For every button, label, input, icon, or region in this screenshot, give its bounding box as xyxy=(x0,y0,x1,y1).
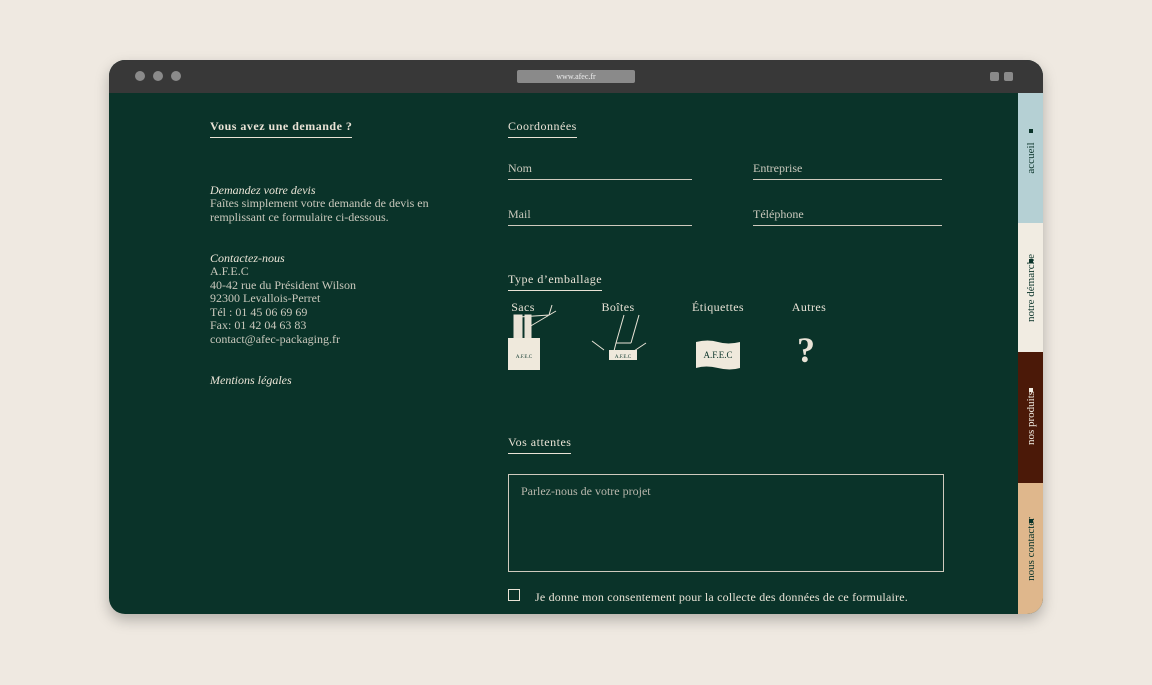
window-control-icon[interactable] xyxy=(1004,72,1013,81)
email-link[interactable]: contact@afec-packaging.fr xyxy=(210,332,356,347)
svg-text:A.F.E.C: A.F.E.C xyxy=(703,350,732,360)
window-close-dot[interactable] xyxy=(135,71,145,81)
nav-tab-nos-produits[interactable]: nos produits xyxy=(1018,352,1043,483)
packaging-option-boites[interactable]: Boîtes xyxy=(593,300,643,315)
nav-label: notre démarche xyxy=(1024,253,1037,322)
window-maximize-dot[interactable] xyxy=(171,71,181,81)
text-line: remplissant ce formulaire ci-dessous. xyxy=(210,209,389,224)
square-icon xyxy=(1029,129,1033,133)
consent-checkbox[interactable] xyxy=(508,589,520,601)
address-street: 40-42 rue du Président Wilson xyxy=(210,277,356,292)
mail-field[interactable]: Mail xyxy=(508,207,692,226)
text-line: Faîtes simplement votre demande de devis… xyxy=(210,196,429,210)
packaging-option-sacs[interactable]: Sacs xyxy=(501,300,545,315)
svg-text:A.F.E.C: A.F.E.C xyxy=(615,355,632,360)
telephone-field[interactable]: Téléphone xyxy=(753,207,942,226)
devis-text: Faîtes simplement votre demande de devis… xyxy=(210,196,429,224)
box-icon[interactable]: A.F.E.C xyxy=(589,313,659,365)
svg-text:A.F.E.C: A.F.E.C xyxy=(516,355,533,360)
packaging-heading: Type d’emballage xyxy=(508,272,603,291)
label-icon[interactable]: A.F.E.C xyxy=(694,340,742,372)
nav-tab-notre-demarche[interactable]: notre démarche xyxy=(1018,223,1043,352)
nav-tab-accueil[interactable]: accueil xyxy=(1018,93,1043,223)
window-minimize-dot[interactable] xyxy=(153,71,163,81)
question-icon[interactable]: ? xyxy=(797,332,815,368)
nav-label: nous contacter xyxy=(1024,516,1037,581)
address-city: 92300 Levallois-Perret xyxy=(210,291,321,306)
fax: Fax: 01 42 04 63 83 xyxy=(210,318,307,333)
entreprise-field[interactable]: Entreprise xyxy=(753,161,942,180)
nom-field[interactable]: Nom xyxy=(508,161,692,180)
phone: Tél : 01 45 06 69 69 xyxy=(210,304,308,319)
packaging-option-autres[interactable]: Autres xyxy=(784,300,834,315)
packaging-option-etiquettes[interactable]: Étiquettes xyxy=(688,300,748,315)
browser-window: www.afec.fr Vous avez une demande ? Dema… xyxy=(109,60,1043,614)
nav-tab-nous-contacter[interactable]: nous contacter xyxy=(1018,483,1043,614)
side-nav: accueil notre démarche nos produits nous… xyxy=(1018,93,1043,614)
project-textarea[interactable] xyxy=(508,474,944,572)
attentes-heading: Vos attentes xyxy=(508,435,572,454)
nav-label: accueil xyxy=(1024,142,1037,174)
nav-label: nos produits xyxy=(1024,390,1037,445)
coordonnees-heading: Coordonnées xyxy=(508,119,577,138)
window-control-icon[interactable] xyxy=(990,72,999,81)
company-name: A.F.E.C xyxy=(210,264,249,278)
mentions-legales-link[interactable]: Mentions légales xyxy=(210,373,292,388)
page-title: Vous avez une demande ? xyxy=(210,119,353,138)
consent-label: Je donne mon consentement pour la collec… xyxy=(535,590,908,604)
title-bar: www.afec.fr xyxy=(109,60,1043,93)
url-bar[interactable]: www.afec.fr xyxy=(517,70,635,83)
contact-info: A.F.E.C 40-42 rue du Président Wilson 92… xyxy=(210,264,356,347)
